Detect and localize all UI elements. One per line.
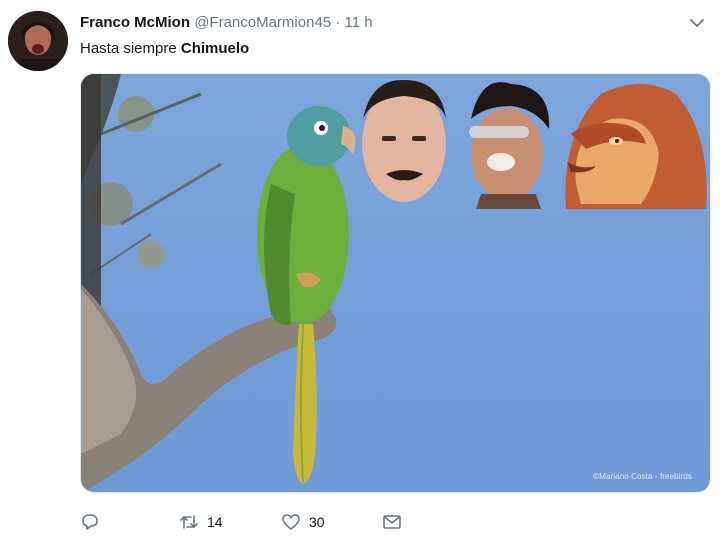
parrot-photo <box>81 74 710 492</box>
avatar[interactable] <box>8 11 68 71</box>
tweet-text-prefix: Hasta siempre <box>80 40 181 57</box>
tweet-actions: 14 30 <box>80 512 410 534</box>
reply-button[interactable] <box>80 512 100 532</box>
tweet-text-bold: Chimuelo <box>180 40 250 57</box>
reply-icon <box>82 514 98 530</box>
heart-icon <box>282 514 300 530</box>
envelope-icon <box>383 515 401 529</box>
chevron-down-icon[interactable] <box>688 14 706 32</box>
message-button[interactable] <box>382 512 402 532</box>
tweet-header: Franco McMion @FrancoMarmion45 · 11 h <box>80 14 373 32</box>
like-button[interactable]: 30 <box>281 512 325 532</box>
timestamp[interactable]: 11 h <box>344 14 372 31</box>
retweet-icon <box>180 515 198 529</box>
tweet-media[interactable]: ©Mariano Costa - freebirds <box>80 73 711 493</box>
like-count: 30 <box>309 514 325 530</box>
avatar-image <box>8 11 68 71</box>
author-handle[interactable]: @FrancoMarmion45 <box>194 14 331 31</box>
retweet-count: 14 <box>207 514 223 530</box>
separator-dot: · <box>335 14 341 31</box>
tweet-text: Hasta siempre Chimuelo <box>80 40 249 58</box>
author-name[interactable]: Franco McMion <box>80 14 190 31</box>
photo-credit: ©Mariano Costa - freebirds <box>593 472 692 481</box>
retweet-button[interactable]: 14 <box>179 512 223 532</box>
